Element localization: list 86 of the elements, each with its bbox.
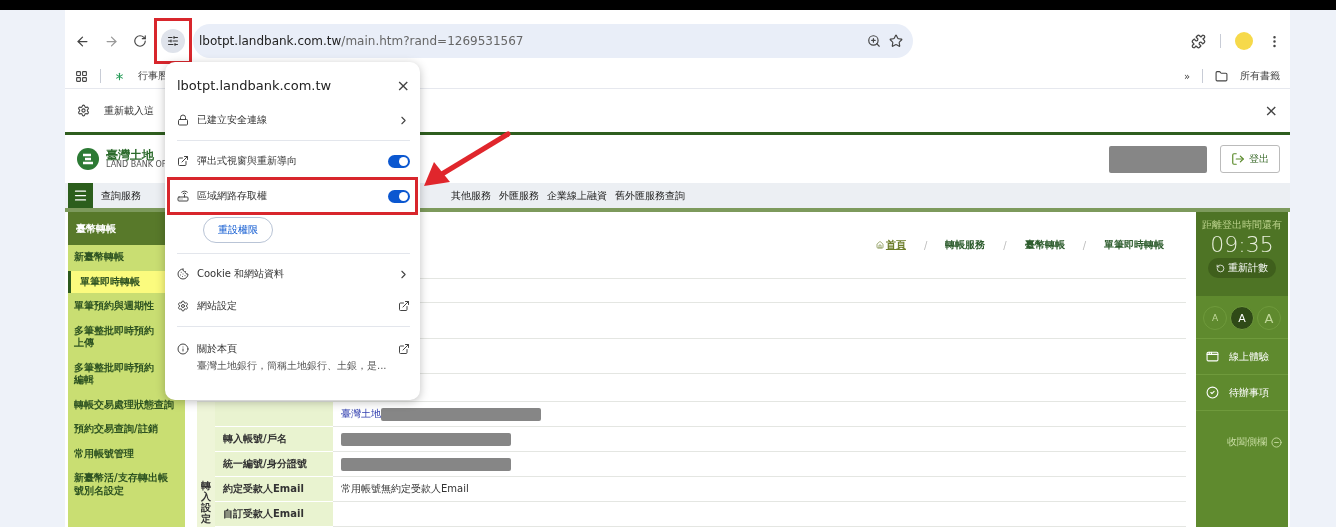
table-label-cell: 自訂受款人Email	[215, 502, 333, 527]
info-icon	[177, 343, 189, 355]
toggle-switch[interactable]	[388, 189, 410, 203]
side-panel-link[interactable]: 待辦事項	[1196, 375, 1288, 411]
gear-icon	[177, 300, 189, 312]
puzzle-icon[interactable]	[1191, 33, 1206, 49]
nav-item[interactable]: 舊外匯服務查詢	[615, 188, 685, 203]
breadcrumb-separator: /	[1003, 239, 1007, 251]
minus-circle-icon	[1271, 436, 1282, 448]
sidebar-item-text: 單筆預約與週期性	[74, 300, 154, 313]
home-icon	[875, 241, 884, 250]
sidebar-item-text: 多筆整批即時預約	[74, 361, 154, 374]
bank-link[interactable]: 臺灣土地	[341, 407, 381, 421]
side-panel-link[interactable]: 線上體驗	[1196, 339, 1288, 375]
page-description: 臺灣土地銀行，簡稱土地銀行、土銀，是...	[197, 359, 388, 373]
window-icon	[1206, 350, 1219, 363]
menu-item-label[interactable]: 關於本頁	[197, 342, 390, 356]
nav-item[interactable]: 企業線上融資	[547, 188, 607, 203]
bookmarks-overflow[interactable]: »	[1183, 70, 1190, 82]
sidebar-item-text: 編輯	[74, 374, 94, 387]
table-group-cell: 轉入設定	[197, 477, 215, 527]
table-label-cell: 統一編號/身分證號	[215, 452, 333, 477]
site-info-icon[interactable]	[161, 29, 185, 53]
apps-grid-icon[interactable]	[75, 69, 88, 83]
cookie-icon	[177, 268, 189, 280]
reset-icon	[1216, 263, 1225, 273]
bank-name: 臺灣土地	[106, 148, 155, 162]
toggle-switch[interactable]	[388, 154, 410, 168]
infobar-message: 重新載入這	[104, 103, 154, 118]
external-link-icon[interactable]	[398, 300, 410, 312]
star-icon[interactable]	[889, 34, 903, 48]
folder-icon	[1215, 69, 1228, 83]
sidebar-item-text: 號別名設定	[74, 484, 124, 497]
timer-label: 距離登出時間還有	[1202, 218, 1282, 232]
close-button[interactable]: ×	[396, 75, 410, 95]
nav-item[interactable]: 外匯服務	[499, 188, 539, 203]
table-label-cell: 約定受款人Email	[215, 477, 333, 502]
font-size-button[interactable]: A	[1230, 306, 1254, 330]
sidebar-item-text: 轉帳交易處理狀態查詢	[74, 398, 174, 411]
bank-logo-icon	[75, 147, 101, 171]
reset-permissions-button[interactable]: 重設權限	[203, 217, 273, 243]
breadcrumb-separator: /	[1082, 239, 1086, 251]
nav-item[interactable]: 查詢服務	[101, 188, 141, 203]
check-circle-icon	[1206, 386, 1219, 399]
permission-label: 區域網路存取權	[197, 189, 268, 203]
sidebar-item-text: 上傳	[74, 337, 94, 350]
menu-item-label[interactable]: Cookie 和網站資料	[197, 267, 389, 281]
permission-label: 彈出式視窗與重新導向	[197, 154, 298, 168]
sidebar-item-text: 預約交易查詢/註銷	[74, 423, 158, 436]
sidebar-item-text: 多筆整批即時預約	[74, 324, 154, 337]
breadcrumb-separator: /	[923, 239, 928, 251]
menu-item-label[interactable]: 已建立安全連線	[197, 113, 389, 127]
gear-icon	[77, 104, 90, 117]
back-icon[interactable]	[75, 33, 90, 49]
sidebar-item-text: 單筆即時轉帳	[80, 275, 140, 288]
bank-english-name: LAND BANK OF	[106, 161, 167, 170]
table-label-cell: 轉入帳號/戶名	[215, 427, 333, 452]
door-exit-icon	[1231, 152, 1245, 166]
sidebar-item-text: 新臺幣轉帳	[74, 251, 124, 264]
sidebar-item-text: 常用帳號管理	[74, 447, 134, 460]
countdown-timer: 09:35	[1210, 233, 1274, 258]
menu-icon[interactable]	[68, 183, 93, 208]
external-link-icon[interactable]	[398, 343, 410, 355]
popup-window-icon	[177, 155, 189, 167]
sidebar-item[interactable]: 轉帳交易處理狀態查詢	[68, 393, 185, 416]
sidebar-item[interactable]: 預約交易查詢/註銷	[68, 418, 185, 441]
logout-button[interactable]: 登出	[1220, 145, 1280, 173]
nav-item[interactable]: 其他服務	[451, 188, 491, 203]
breadcrumb-link[interactable]: 臺幣轉帳	[1024, 238, 1065, 253]
sidebar-item[interactable]: 常用帳號管理	[68, 442, 185, 465]
sidebar-item-text: 新臺幣活/支存轉出帳	[74, 472, 168, 485]
breadcrumb-home-link[interactable]: 首頁	[885, 238, 906, 253]
router-icon	[177, 190, 189, 202]
reload-icon[interactable]	[133, 34, 147, 48]
reset-timer-button[interactable]: 重新計數	[1208, 258, 1276, 279]
breadcrumb-link[interactable]: 轉帳服務	[945, 238, 986, 253]
all-bookmarks-link[interactable]: 所有書籤	[1240, 69, 1280, 83]
sidebar-item[interactable]: 新臺幣活/支存轉出帳 號別名設定	[68, 467, 185, 502]
forward-icon[interactable]	[104, 33, 119, 49]
popup-title: lbotpt.landbank.com.tw	[177, 77, 333, 93]
field-value: 常用帳號無約定受款人Email	[341, 482, 469, 496]
menu-item-label[interactable]: 網站設定	[197, 299, 390, 313]
zoom-icon[interactable]	[867, 34, 881, 48]
close-button[interactable]: ×	[1264, 101, 1278, 120]
lock-icon	[177, 114, 189, 126]
breadcrumb-link[interactable]: 單筆即時轉帳	[1104, 238, 1164, 253]
